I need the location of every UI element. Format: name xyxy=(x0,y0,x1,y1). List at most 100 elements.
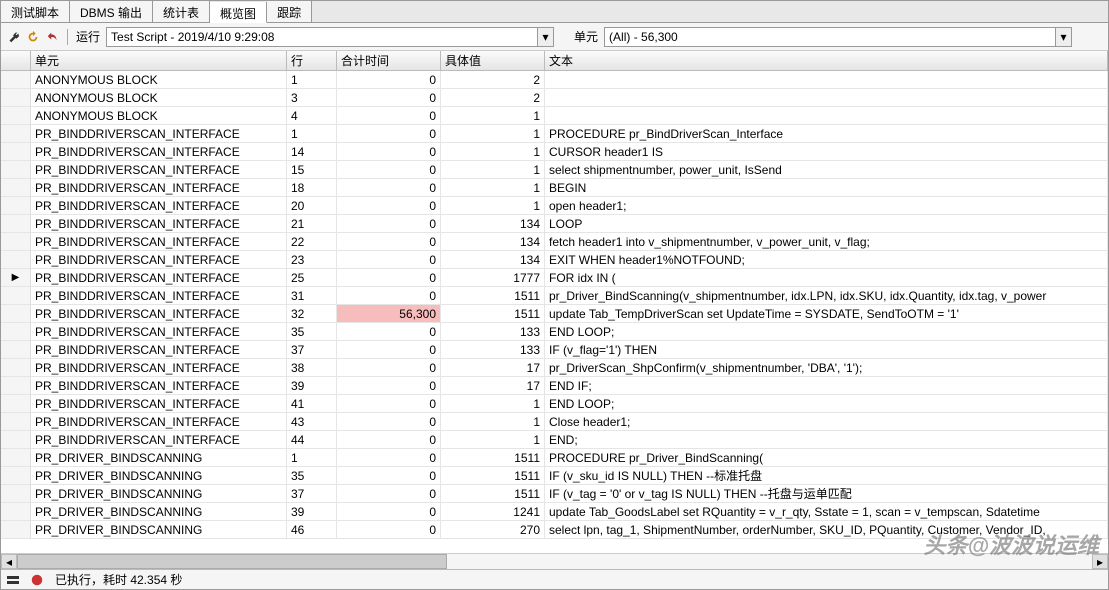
table-row[interactable]: PR_BINDDRIVERSCAN_INTERFACE4301Close hea… xyxy=(1,413,1108,431)
run-input[interactable] xyxy=(107,28,537,46)
cell-text: pr_DriverScan_ShpConfirm(v_shipmentnumbe… xyxy=(545,359,1108,376)
col-header-line[interactable]: 行 xyxy=(287,51,337,70)
cell-total: 0 xyxy=(337,215,441,232)
row-indicator xyxy=(1,287,31,304)
table-row[interactable]: PR_DRIVER_BINDSCANNING460270select lpn, … xyxy=(1,521,1108,539)
table-row[interactable]: ANONYMOUS BLOCK302 xyxy=(1,89,1108,107)
cell-val: 1777 xyxy=(441,269,545,286)
cell-val: 2 xyxy=(441,71,545,88)
cell-val: 134 xyxy=(441,251,545,268)
table-row[interactable]: PR_BINDDRIVERSCAN_INTERFACE3101511pr_Dri… xyxy=(1,287,1108,305)
tab-4[interactable]: 跟踪 xyxy=(267,1,312,22)
table-row[interactable]: PR_DRIVER_BINDSCANNING101511PROCEDURE pr… xyxy=(1,449,1108,467)
col-resize[interactable] xyxy=(332,51,336,70)
cell-unit: PR_DRIVER_BINDSCANNING xyxy=(31,485,287,502)
table-row[interactable]: PR_DRIVER_BINDSCANNING3701511IF (v_tag =… xyxy=(1,485,1108,503)
table-row[interactable]: PR_BINDDRIVERSCAN_INTERFACE230134EXIT WH… xyxy=(1,251,1108,269)
cell-total: 56,300 xyxy=(337,305,441,322)
cell-line: 35 xyxy=(287,467,337,484)
cell-text: CURSOR header1 IS xyxy=(545,143,1108,160)
table-row[interactable]: ANONYMOUS BLOCK401 xyxy=(1,107,1108,125)
unit-input[interactable] xyxy=(605,28,1055,46)
row-indicator xyxy=(1,323,31,340)
cell-unit: PR_BINDDRIVERSCAN_INTERFACE xyxy=(31,215,287,232)
table-row[interactable]: PR_BINDDRIVERSCAN_INTERFACE1801BEGIN xyxy=(1,179,1108,197)
wrench-icon[interactable] xyxy=(5,29,21,45)
tab-1[interactable]: DBMS 输出 xyxy=(70,1,153,22)
table-row[interactable]: PR_BINDDRIVERSCAN_INTERFACE4401END; xyxy=(1,431,1108,449)
table-row[interactable]: PR_BINDDRIVERSCAN_INTERFACE220134fetch h… xyxy=(1,233,1108,251)
cell-val: 133 xyxy=(441,341,545,358)
cell-total: 0 xyxy=(337,269,441,286)
cell-val: 1 xyxy=(441,161,545,178)
run-dropdown[interactable]: ▾ xyxy=(106,27,554,47)
table-row[interactable]: PR_BINDDRIVERSCAN_INTERFACE101PROCEDURE … xyxy=(1,125,1108,143)
table-row[interactable]: ▶PR_BINDDRIVERSCAN_INTERFACE2501777FOR i… xyxy=(1,269,1108,287)
stop-icon[interactable] xyxy=(29,572,45,588)
cell-unit: PR_BINDDRIVERSCAN_INTERFACE xyxy=(31,287,287,304)
cell-unit: ANONYMOUS BLOCK xyxy=(31,89,287,106)
cell-total: 0 xyxy=(337,467,441,484)
cell-unit: ANONYMOUS BLOCK xyxy=(31,71,287,88)
chevron-down-icon[interactable]: ▾ xyxy=(1055,28,1071,46)
table-row[interactable]: PR_BINDDRIVERSCAN_INTERFACE38017pr_Drive… xyxy=(1,359,1108,377)
cell-unit: PR_BINDDRIVERSCAN_INTERFACE xyxy=(31,161,287,178)
table-row[interactable]: PR_BINDDRIVERSCAN_INTERFACE210134LOOP xyxy=(1,215,1108,233)
unit-dropdown[interactable]: ▾ xyxy=(604,27,1072,47)
table-row[interactable]: PR_BINDDRIVERSCAN_INTERFACE1401CURSOR he… xyxy=(1,143,1108,161)
row-indicator xyxy=(1,143,31,160)
cell-val: 17 xyxy=(441,359,545,376)
table-row[interactable]: PR_BINDDRIVERSCAN_INTERFACE350133END LOO… xyxy=(1,323,1108,341)
cell-unit: PR_BINDDRIVERSCAN_INTERFACE xyxy=(31,269,287,286)
cell-val: 1241 xyxy=(441,503,545,520)
col-header-unit[interactable]: 单元 xyxy=(31,51,287,70)
cell-line: 15 xyxy=(287,161,337,178)
cell-total: 0 xyxy=(337,251,441,268)
table-row[interactable]: PR_DRIVER_BINDSCANNING3501511IF (v_sku_i… xyxy=(1,467,1108,485)
row-indicator xyxy=(1,485,31,502)
cell-unit: PR_BINDDRIVERSCAN_INTERFACE xyxy=(31,179,287,196)
tab-0[interactable]: 测试脚本 xyxy=(1,1,70,22)
table-row[interactable]: PR_BINDDRIVERSCAN_INTERFACE4101END LOOP; xyxy=(1,395,1108,413)
cell-unit: PR_BINDDRIVERSCAN_INTERFACE xyxy=(31,431,287,448)
col-resize[interactable] xyxy=(540,51,544,70)
horizontal-scrollbar[interactable]: ◂ ▸ xyxy=(1,553,1108,569)
refresh-icon[interactable] xyxy=(25,29,41,45)
cell-line: 32 xyxy=(287,305,337,322)
scroll-left-icon[interactable]: ◂ xyxy=(1,554,17,569)
cell-line: 43 xyxy=(287,413,337,430)
chevron-down-icon[interactable]: ▾ xyxy=(537,28,553,46)
row-indicator xyxy=(1,89,31,106)
scroll-thumb[interactable] xyxy=(17,554,447,569)
cell-val: 1511 xyxy=(441,449,545,466)
cell-total: 0 xyxy=(337,449,441,466)
cell-total: 0 xyxy=(337,89,441,106)
table-row[interactable]: PR_BINDDRIVERSCAN_INTERFACE1501select sh… xyxy=(1,161,1108,179)
row-indicator xyxy=(1,467,31,484)
cell-unit: PR_BINDDRIVERSCAN_INTERFACE xyxy=(31,413,287,430)
cell-line: 18 xyxy=(287,179,337,196)
tab-2[interactable]: 统计表 xyxy=(153,1,210,22)
cell-unit: PR_BINDDRIVERSCAN_INTERFACE xyxy=(31,341,287,358)
tab-3[interactable]: 概览图 xyxy=(210,2,267,23)
table-row[interactable]: ANONYMOUS BLOCK102 xyxy=(1,71,1108,89)
scroll-track[interactable] xyxy=(17,554,1092,569)
table-row[interactable]: PR_BINDDRIVERSCAN_INTERFACE2001open head… xyxy=(1,197,1108,215)
table-row[interactable]: PR_BINDDRIVERSCAN_INTERFACE3256,3001511u… xyxy=(1,305,1108,323)
cell-total: 0 xyxy=(337,161,441,178)
col-header-val[interactable]: 具体值 xyxy=(441,51,545,70)
col-header-text[interactable]: 文本 xyxy=(545,51,1108,70)
table-row[interactable]: PR_BINDDRIVERSCAN_INTERFACE370133IF (v_f… xyxy=(1,341,1108,359)
row-indicator xyxy=(1,71,31,88)
scroll-right-icon[interactable]: ▸ xyxy=(1092,554,1108,569)
table-row[interactable]: PR_DRIVER_BINDSCANNING3901241update Tab_… xyxy=(1,503,1108,521)
undo-icon[interactable] xyxy=(45,29,61,45)
cell-unit: PR_BINDDRIVERSCAN_INTERFACE xyxy=(31,377,287,394)
grid-body[interactable]: ANONYMOUS BLOCK102ANONYMOUS BLOCK302ANON… xyxy=(1,71,1108,553)
table-row[interactable]: PR_BINDDRIVERSCAN_INTERFACE39017END IF; xyxy=(1,377,1108,395)
row-indicator xyxy=(1,107,31,124)
col-resize[interactable] xyxy=(282,51,286,70)
col-header-total[interactable]: 合计时间 xyxy=(337,51,441,70)
cell-unit: PR_BINDDRIVERSCAN_INTERFACE xyxy=(31,233,287,250)
col-resize[interactable] xyxy=(436,51,440,70)
